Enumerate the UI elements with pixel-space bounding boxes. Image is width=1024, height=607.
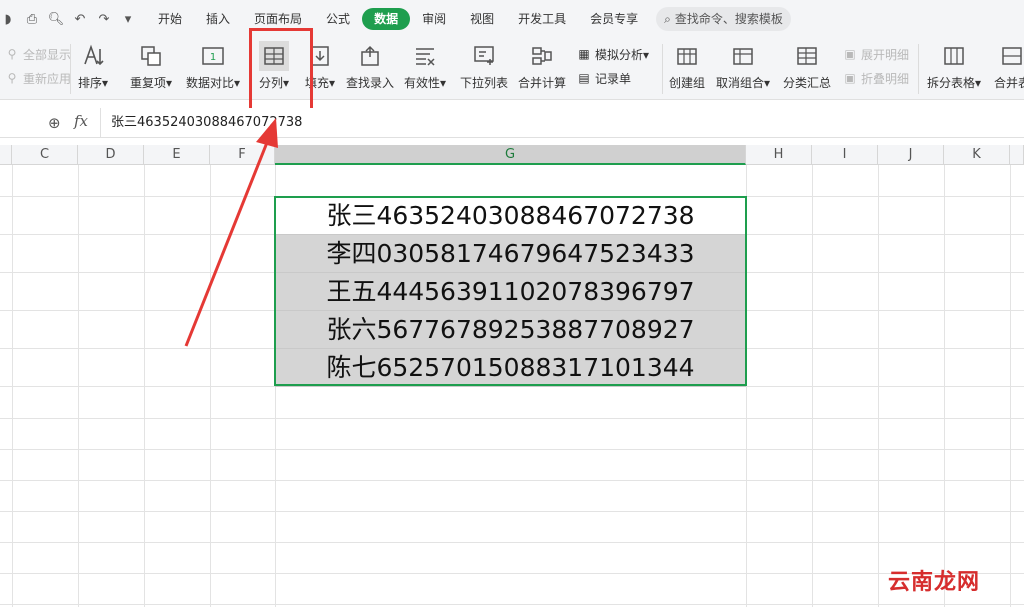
show-all-button[interactable]: ⚲ 全部显示	[4, 44, 71, 64]
redo-icon[interactable]: ↷	[96, 11, 112, 27]
column-header-i[interactable]: I	[812, 145, 878, 165]
consolidate-icon	[527, 41, 557, 71]
print-preview-icon[interactable]: 🔍︎	[48, 11, 65, 27]
compare-icon: 1	[198, 41, 228, 71]
search-icon: ⌕	[664, 12, 671, 26]
fx-icon[interactable]: fx	[74, 112, 88, 130]
svg-text:1: 1	[210, 52, 216, 63]
dropdown-list-button[interactable]: 下拉列表	[460, 38, 508, 98]
tab-page-layout[interactable]: 页面布局	[242, 8, 314, 30]
sort-button[interactable]: 排序▾	[78, 38, 108, 98]
zoom-icon[interactable]: ⊕	[48, 114, 61, 132]
column-header-d[interactable]: D	[78, 145, 144, 165]
tab-member[interactable]: 会员专享	[578, 8, 650, 30]
column-header-f[interactable]: F	[210, 145, 275, 165]
formula-input[interactable]: 张三4635240308846707​2738	[100, 108, 302, 138]
merge-table-button[interactable]: 合并表	[994, 38, 1024, 98]
validity-button[interactable]: 有效性▾	[404, 38, 446, 98]
column-header-g[interactable]: G	[275, 145, 746, 165]
simulate-analysis-button[interactable]: ▦ 模拟分析▾	[576, 44, 649, 64]
menu-bar: ◗ ⎙ 🔍︎ ↶ ↷ ▾ 开始 插入 页面布局 公式 数据 审阅 视图 开发工具…	[0, 0, 1024, 38]
create-group-icon	[672, 41, 702, 71]
grid-line	[0, 449, 1024, 450]
data-ribbon: ⚲ 全部显示 ⚲ 重新应用 排序▾ 重复项▾ 1 数据对比▾ 分列▾ 填充▾ 查…	[0, 38, 1024, 100]
expand-detail-button[interactable]: ▣ 展开明细	[842, 44, 909, 64]
dropdown-list-icon	[469, 41, 499, 71]
reapply-filter-icon: ⚲	[7, 71, 17, 85]
tab-data[interactable]: 数据	[362, 8, 411, 30]
tab-view[interactable]: 视图	[458, 8, 506, 30]
tab-insert[interactable]: 插入	[194, 8, 242, 30]
column-header-e[interactable]: E	[144, 145, 210, 165]
duplicates-icon	[136, 41, 166, 71]
grid-line	[0, 542, 1024, 543]
consolidate-button[interactable]: 合并计算	[518, 38, 566, 98]
search-placeholder: 查找命令、搜索模板	[674, 12, 783, 26]
create-group-button[interactable]: 创建组	[669, 38, 705, 98]
quick-access-toolbar: ◗ ⎙ 🔍︎ ↶ ↷ ▾	[0, 11, 136, 27]
ungroup-button[interactable]: 取消组合▾	[716, 38, 770, 98]
sort-icon	[78, 41, 108, 71]
undo-icon[interactable]: ↶	[72, 11, 88, 27]
subtotal-button[interactable]: 分类汇总	[783, 38, 831, 98]
column-header-partial-right	[1010, 145, 1024, 165]
spreadsheet-window: ◗ ⎙ 🔍︎ ↶ ↷ ▾ 开始 插入 页面布局 公式 数据 审阅 视图 开发工具…	[0, 0, 1024, 607]
command-search[interactable]: ⌕ 查找命令、搜索模板	[656, 7, 791, 31]
tab-formulas[interactable]: 公式	[314, 8, 362, 30]
simulate-icon: ▦	[578, 47, 590, 61]
grid-line	[0, 480, 1024, 481]
filter-icon: ⚲	[7, 47, 17, 61]
tab-home[interactable]: 开始	[146, 8, 194, 30]
validity-icon	[410, 41, 440, 71]
formula-bar: ⊕ fx 张三4635240308846707​2738	[0, 108, 1024, 138]
separator	[918, 44, 919, 94]
find-input-button[interactable]: 查找录入	[346, 38, 394, 98]
column-header-c[interactable]: C	[12, 145, 78, 165]
grid-line	[0, 604, 1024, 605]
split-table-icon	[939, 41, 969, 71]
split-table-button[interactable]: 拆分表格▾	[927, 38, 981, 98]
record-sheet-icon: ▤	[578, 71, 590, 85]
expand-detail-icon: ▣	[844, 47, 856, 61]
find-input-icon	[355, 41, 385, 71]
column-header-k[interactable]: K	[944, 145, 1010, 165]
reapply-button[interactable]: ⚲ 重新应用	[4, 68, 71, 88]
ungroup-icon	[728, 41, 758, 71]
redo-partial-icon[interactable]: ◗	[0, 11, 16, 27]
tab-developer[interactable]: 开发工具	[506, 8, 578, 30]
column-header-partial	[0, 145, 12, 165]
merge-table-icon	[997, 41, 1024, 71]
watermark-logo: 云南龙网	[888, 570, 981, 595]
separator	[662, 44, 663, 94]
subtotal-icon	[792, 41, 822, 71]
separator	[70, 44, 71, 94]
collapse-detail-button[interactable]: ▣ 折叠明细	[842, 68, 909, 88]
record-sheet-button[interactable]: ▤ 记录单	[576, 68, 631, 88]
compare-button[interactable]: 1 数据对比▾	[186, 38, 240, 98]
column-header-h[interactable]: H	[746, 145, 812, 165]
customize-dropdown-icon[interactable]: ▾	[120, 11, 136, 27]
grid-line	[0, 418, 1024, 419]
print-icon[interactable]: ⎙	[24, 11, 40, 27]
tab-review[interactable]: 审阅	[410, 8, 458, 30]
grid-line	[0, 573, 1024, 574]
duplicates-button[interactable]: 重复项▾	[130, 38, 172, 98]
collapse-detail-icon: ▣	[844, 71, 856, 85]
split-columns-highlight	[249, 28, 313, 114]
selection-range	[274, 196, 747, 386]
column-header-j[interactable]: J	[878, 145, 944, 165]
grid-line	[0, 511, 1024, 512]
